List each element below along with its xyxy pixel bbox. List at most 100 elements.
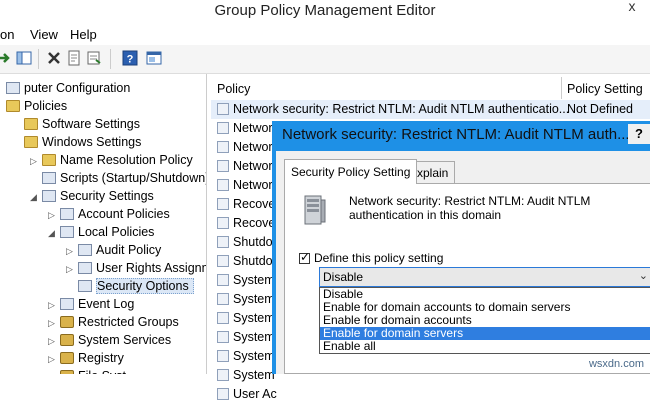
expand-arrow-icon[interactable]: ▷ [66, 260, 78, 278]
policy-row[interactable]: Network security: Restrict NTLM: Audit N… [211, 100, 650, 119]
tree-item[interactable]: Security Options [66, 277, 194, 295]
expand-arrow-icon[interactable]: ▷ [48, 350, 60, 368]
policy-icon [217, 274, 229, 286]
tree-item[interactable]: Windows Settings [12, 133, 141, 151]
forward-icon[interactable] [0, 50, 12, 66]
policy-value-select[interactable]: Disable ⌄ [319, 267, 650, 287]
policy-icon [60, 208, 74, 220]
console-icon[interactable] [146, 50, 162, 66]
policy-icon [217, 255, 229, 267]
policy-icon [217, 141, 229, 153]
dialog-body: Security Policy Setting Explain Network … [276, 151, 650, 374]
policy-name: Networ [233, 178, 273, 192]
tree-item-label: Event Log [78, 297, 135, 311]
server-icon [304, 195, 326, 225]
column-header-policy-setting[interactable]: Policy Setting [567, 79, 643, 99]
tree-item[interactable]: Software Settings [12, 115, 140, 133]
column-header-policy[interactable]: Policy [217, 79, 250, 99]
lock-folder-icon [60, 334, 74, 346]
policy-icon [217, 217, 229, 229]
tree-item[interactable]: ▷ Event Log [48, 295, 134, 313]
policy-name: System [233, 311, 275, 325]
menu-help[interactable]: Help [70, 27, 97, 42]
tree-item[interactable]: ▷ File Syst [48, 367, 126, 374]
tab-security-policy-setting[interactable]: Security Policy Setting [284, 159, 418, 184]
tree-item-label: Account Policies [78, 207, 170, 221]
policy-properties-dialog: Network security: Restrict NTLM: Audit N… [272, 121, 650, 374]
menu-view[interactable]: View [30, 27, 58, 42]
policy-icon [217, 160, 229, 172]
policy-name: User Ac [233, 387, 277, 401]
tree-item-label: User Rights Assignme [96, 261, 207, 275]
expanded-arrow-icon[interactable]: ◢ [30, 188, 42, 206]
close-button[interactable]: x [620, 0, 644, 16]
menu-action[interactable]: on [0, 27, 14, 42]
tree-item[interactable]: ▷ Restricted Groups [48, 313, 179, 331]
tree-item-label: Local Policies [78, 225, 155, 239]
define-policy-checkbox[interactable]: Define this policy setting [299, 250, 444, 265]
policy-icon [217, 198, 229, 210]
delete-icon[interactable] [46, 50, 62, 66]
tree-item-label: Registry [78, 351, 124, 365]
tree-item[interactable]: ▷ Account Policies [48, 205, 170, 223]
policy-row[interactable]: User Ac [211, 385, 650, 404]
expand-arrow-icon[interactable]: ▷ [48, 314, 60, 332]
policy-name: Recove [233, 197, 276, 211]
show-hide-tree-icon[interactable] [16, 50, 32, 66]
script-icon [42, 172, 56, 184]
dropdown-option[interactable]: Enable all [320, 340, 650, 353]
tree-item-label: Audit Policy [96, 243, 162, 257]
policy-name: System [233, 273, 275, 287]
tree-item[interactable]: Scripts (Startup/Shutdown) [30, 169, 206, 187]
tree-item[interactable]: ▷ User Rights Assignme [66, 259, 207, 278]
expand-arrow-icon[interactable]: ▷ [66, 242, 78, 260]
policy-icon [217, 388, 229, 400]
svg-text:?: ? [127, 54, 134, 66]
dialog-help-button[interactable]: ? [628, 124, 650, 144]
tree-item-label: Windows Settings [42, 135, 142, 149]
expand-arrow-icon[interactable]: ▷ [48, 368, 60, 374]
tree-item-label: Security Settings [60, 189, 154, 203]
menu-bar: on View Help [0, 24, 650, 44]
checkbox-check[interactable] [299, 250, 310, 264]
policy-name: System [233, 330, 275, 344]
tree-item[interactable]: ▷ Registry [48, 349, 124, 367]
define-policy-label: Define this policy setting [314, 251, 444, 265]
tree-item[interactable]: puter Configuration [0, 79, 130, 97]
expand-arrow-icon[interactable]: ▷ [48, 296, 60, 314]
window-titlebar: Group Policy Management Editor x [0, 0, 650, 24]
lock-folder-icon [60, 352, 74, 364]
folder-icon [24, 118, 38, 130]
tree-item[interactable]: ◢ Security Settings [30, 187, 154, 205]
policy-name: System [233, 368, 275, 382]
policy-name: Shutdo [233, 235, 273, 249]
tree-item[interactable]: ▷ Name Resolution Policy [30, 151, 193, 169]
tree-item[interactable]: Policies [0, 97, 67, 115]
tree-item[interactable]: ◢ Local Policies [48, 223, 154, 241]
expand-arrow-icon[interactable]: ▷ [30, 152, 42, 170]
window-title: Group Policy Management Editor [214, 2, 436, 19]
policy-icon [217, 293, 229, 305]
expanded-arrow-icon[interactable]: ◢ [48, 224, 60, 242]
policy-name: Network security: Restrict NTLM: Audit N… [233, 102, 570, 116]
properties-icon[interactable] [66, 50, 82, 66]
policy-icon [217, 236, 229, 248]
console-tree: puter Configuration Policies Software Sett… [0, 74, 207, 374]
tree-item[interactable]: ▷ Audit Policy [66, 241, 161, 259]
export-list-icon[interactable] [86, 50, 102, 66]
tree-item-label: File Syst [78, 369, 126, 374]
expand-arrow-icon[interactable]: ▷ [48, 206, 60, 224]
expand-arrow-icon[interactable]: ▷ [48, 332, 60, 350]
computer-icon [6, 82, 20, 94]
policy-icon [217, 331, 229, 343]
folder-icon [6, 100, 20, 112]
lock-folder-icon [60, 370, 74, 374]
tree-item[interactable]: ▷ System Services [48, 331, 171, 349]
tab-panel: Network security: Restrict NTLM: Audit N… [284, 183, 650, 374]
policy-name: Recove [233, 216, 276, 230]
toolbar: ? [0, 45, 650, 74]
policy-setting: Not Defined [567, 102, 634, 116]
help-icon[interactable]: ? [122, 50, 138, 66]
chevron-down-icon[interactable]: ⌄ [639, 269, 648, 282]
tree-item-label: Restricted Groups [78, 315, 179, 329]
